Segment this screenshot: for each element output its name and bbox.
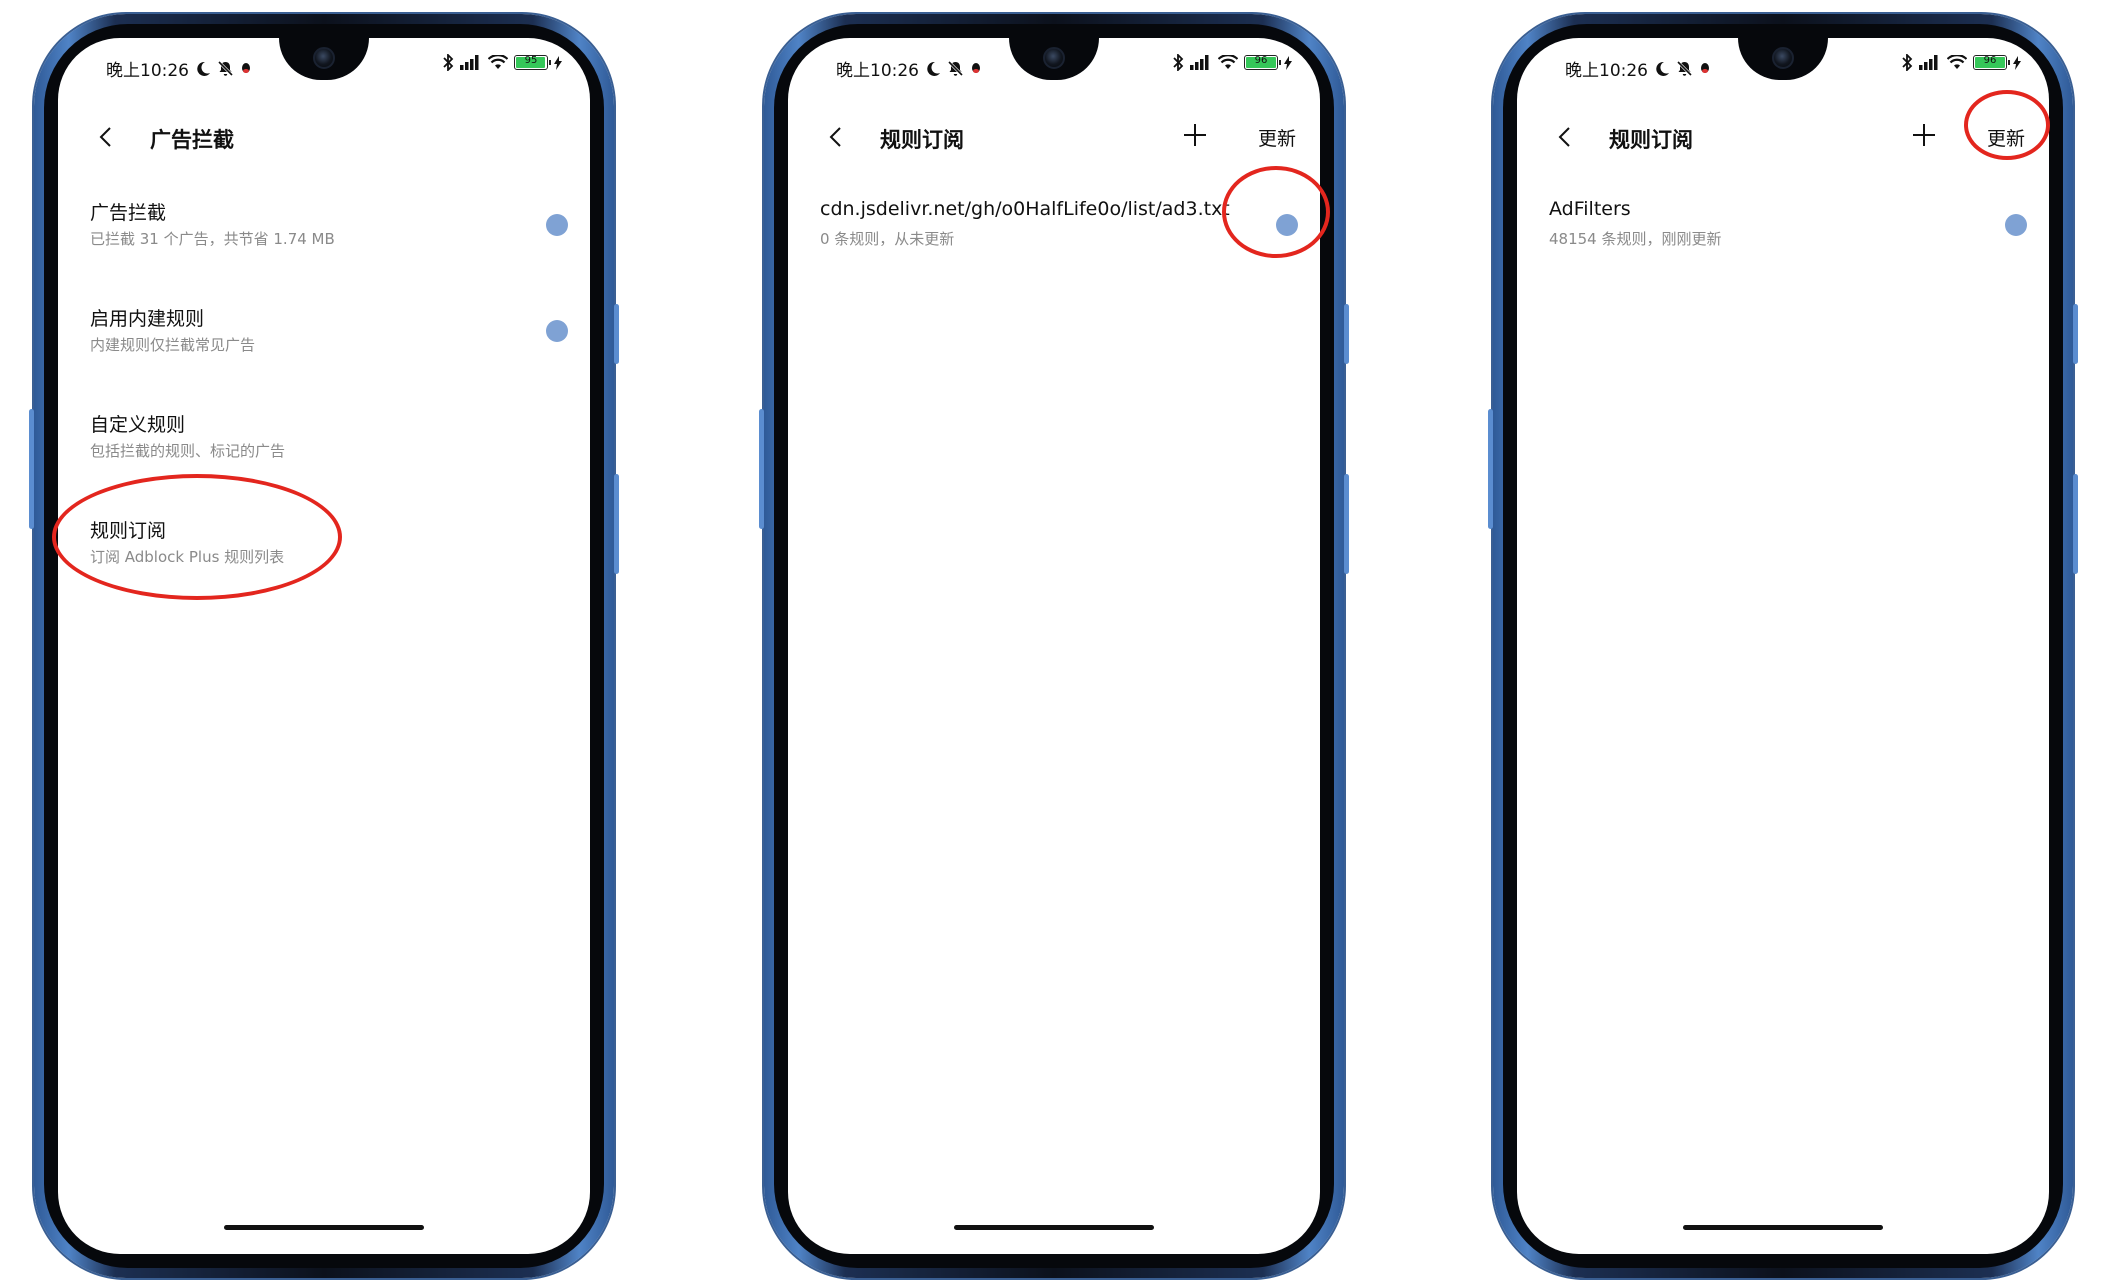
charging-icon — [554, 55, 562, 70]
battery-indicator: 96 — [1973, 55, 2010, 70]
side-button — [1344, 474, 1349, 574]
update-button[interactable]: 更新 — [1987, 124, 2025, 151]
side-button — [759, 409, 764, 529]
stage: 晚上10:26 95 广告拦截 广告拦截 已拦截 31 个广告，共节省 1.74… — [0, 0, 2107, 1287]
side-button — [1344, 304, 1349, 364]
item-subtitle: 48154 条规则，刚刚更新 — [1549, 230, 1722, 248]
item-title: 广告拦截 — [90, 202, 167, 224]
subscription-list: cdn.jsdelivr.net/gh/o0HalfLife0o/list/ad… — [788, 198, 1320, 304]
nav-bar: 规则订阅 更新 — [1517, 102, 2049, 172]
toggle-switch[interactable] — [546, 214, 568, 236]
side-button — [614, 304, 619, 364]
battery-tip — [1279, 60, 1281, 65]
battery-indicator: 95 — [514, 55, 551, 70]
status-time: 晚上10:26 — [106, 61, 189, 81]
page-title: 规则订阅 — [880, 128, 964, 152]
screen: 晚上10:26 95 广告拦截 广告拦截 已拦截 31 个广告，共节省 1.74… — [58, 38, 590, 1254]
charging-icon — [2013, 55, 2021, 70]
item-subtitle: 包括拦截的规则、标记的广告 — [90, 442, 286, 460]
moon-icon — [927, 61, 940, 76]
battery-level: 96 — [1254, 55, 1268, 66]
status-bar: 晚上10:26 96 — [788, 38, 1320, 86]
moon-icon — [197, 61, 210, 76]
plus-icon[interactable] — [1911, 122, 1937, 148]
moon-icon — [1656, 61, 1669, 76]
side-button — [29, 409, 34, 529]
side-button — [2073, 474, 2078, 574]
list-item-builtin-rules[interactable]: 启用内建规则 内建规则仅拦截常见广告 — [58, 304, 590, 410]
settings-list: 广告拦截 已拦截 31 个广告，共节省 1.74 MB 启用内建规则 内建规则仅… — [58, 198, 590, 622]
wifi-icon — [1947, 55, 1967, 69]
status-bar: 晚上10:26 95 — [58, 38, 590, 86]
bluetooth-icon — [443, 54, 454, 71]
page-title: 广告拦截 — [150, 128, 234, 152]
side-button — [2073, 304, 2078, 364]
item-subtitle: 订阅 Adblock Plus 规则列表 — [90, 548, 285, 566]
home-indicator[interactable] — [1683, 1225, 1883, 1230]
nav-bar: 规则订阅 更新 — [788, 102, 1320, 172]
battery-indicator: 96 — [1244, 55, 1281, 70]
side-button — [614, 474, 619, 574]
bell-off-icon — [1676, 60, 1693, 77]
status-time: 晚上10:26 — [1565, 61, 1648, 81]
subscription-list: AdFilters 48154 条规则，刚刚更新 — [1517, 198, 2049, 304]
item-subtitle: 已拦截 31 个广告，共节省 1.74 MB — [90, 230, 335, 248]
item-title: 规则订阅 — [90, 520, 167, 542]
battery-tip — [549, 60, 551, 65]
item-title: 启用内建规则 — [90, 308, 205, 330]
home-indicator[interactable] — [224, 1225, 424, 1230]
bluetooth-icon — [1173, 54, 1184, 71]
qq-icon — [242, 62, 250, 73]
list-item-custom-rules[interactable]: 自定义规则 包括拦截的规则、标记的广告 — [58, 410, 590, 516]
battery-level: 96 — [1983, 55, 1997, 66]
item-title: AdFilters — [1549, 198, 1631, 220]
screen: 晚上10:26 96 — [1517, 38, 2049, 1254]
item-subtitle: 0 条规则，从未更新 — [820, 230, 955, 248]
bell-off-icon — [217, 60, 234, 77]
list-item-rule-subscription[interactable]: 规则订阅 订阅 Adblock Plus 规则列表 — [58, 516, 590, 622]
status-time: 晚上10:26 — [836, 61, 919, 81]
item-title: cdn.jsdelivr.net/gh/o0HalfLife0o/list/ad… — [820, 198, 1230, 220]
toggle-switch[interactable] — [2005, 214, 2027, 236]
battery-level: 95 — [524, 55, 538, 66]
bluetooth-icon — [1902, 54, 1913, 71]
toggle-switch[interactable] — [1276, 214, 1298, 236]
update-button[interactable]: 更新 — [1258, 124, 1296, 151]
item-subtitle: 内建规则仅拦截常见广告 — [90, 336, 256, 354]
nav-bar: 广告拦截 — [58, 102, 590, 172]
wifi-icon — [488, 55, 508, 69]
battery-tip — [2008, 60, 2010, 65]
wifi-icon — [1218, 55, 1238, 69]
toggle-switch[interactable] — [546, 320, 568, 342]
phone-ad-blocking: 晚上10:26 95 广告拦截 广告拦截 已拦截 31 个广告，共节省 1.74… — [29, 14, 619, 1278]
list-item-subscription[interactable]: cdn.jsdelivr.net/gh/o0HalfLife0o/list/ad… — [788, 198, 1320, 304]
list-item-ad-block[interactable]: 广告拦截 已拦截 31 个广告，共节省 1.74 MB — [58, 198, 590, 304]
side-button — [1488, 409, 1493, 529]
qq-icon — [1701, 62, 1709, 73]
item-title: 自定义规则 — [90, 414, 186, 436]
signal-icon — [1919, 55, 1938, 70]
back-arrow-icon[interactable] — [824, 124, 850, 150]
back-arrow-icon[interactable] — [1553, 124, 1579, 150]
home-indicator[interactable] — [954, 1225, 1154, 1230]
phone-rule-subscription-updated: 晚上10:26 96 规则订阅 更新 AdFilters 48154 条规则，刚… — [1488, 14, 2078, 1278]
screen: 晚上10:26 96 — [788, 38, 1320, 1254]
charging-icon — [1284, 55, 1292, 70]
phone-rule-subscription-initial: 晚上10:26 96 规则订阅 更新 cdn.jsdelivr.net/gh/o… — [759, 14, 1349, 1278]
page-title: 规则订阅 — [1609, 128, 1693, 152]
signal-icon — [460, 55, 479, 70]
signal-icon — [1190, 55, 1209, 70]
plus-icon[interactable] — [1182, 122, 1208, 148]
bell-off-icon — [947, 60, 964, 77]
list-item-subscription[interactable]: AdFilters 48154 条规则，刚刚更新 — [1517, 198, 2049, 304]
back-arrow-icon[interactable] — [94, 124, 120, 150]
qq-icon — [972, 62, 980, 73]
status-bar: 晚上10:26 96 — [1517, 38, 2049, 86]
